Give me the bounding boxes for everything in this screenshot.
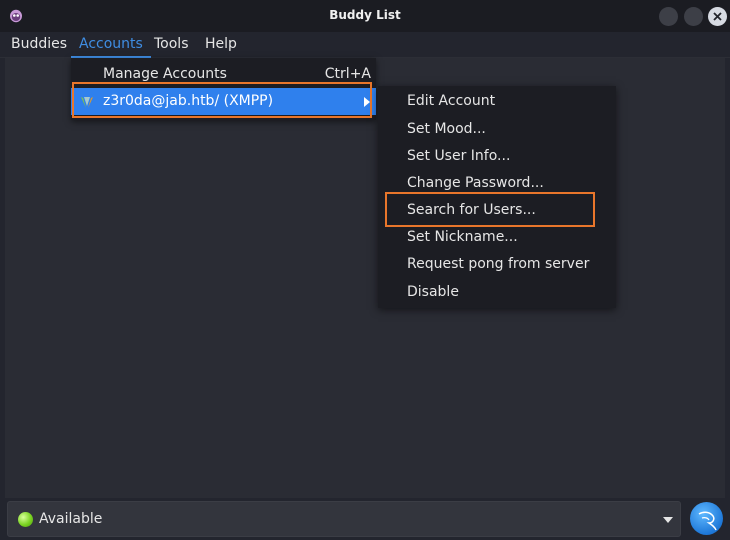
edit-account-item[interactable]: Edit Account [407,93,495,115]
available-status-icon [18,512,33,527]
search-for-users-item[interactable]: Search for Users... [407,202,536,224]
title-bar: Buddy List [0,0,730,32]
set-nickname-item[interactable]: Set Nickname... [407,229,518,251]
close-button[interactable] [708,7,727,26]
dropdown-caret-icon [663,517,673,523]
kali-dragon-icon[interactable] [690,502,723,535]
change-password-item[interactable]: Change Password... [407,175,544,197]
buddy-list-pane[interactable] [5,58,725,498]
xmpp-icon [81,97,93,108]
window-title: Buddy List [329,8,401,22]
minimize-button[interactable] [659,7,678,26]
menu-buddies[interactable]: Buddies [3,36,75,58]
maximize-button[interactable] [684,7,703,26]
close-icon [713,12,722,21]
manage-accounts-label: Manage Accounts [103,66,227,82]
account-item-xmpp[interactable]: z3r0da@jab.htb/ (XMPP) [71,88,376,115]
accounts-menu: Manage Accounts Ctrl+A z3r0da@jab.htb/ (… [71,58,376,120]
manage-accounts-shortcut: Ctrl+A [324,66,371,82]
kali-dragon-glyph [698,511,717,531]
set-user-info-item[interactable]: Set User Info... [407,148,510,170]
set-mood-item[interactable]: Set Mood... [407,121,486,143]
disable-item[interactable]: Disable [407,284,459,306]
menu-tools[interactable]: Tools [146,36,197,58]
menu-bar: Buddies Accounts Tools Help [0,32,730,58]
status-selector[interactable]: Available [7,501,681,537]
status-label: Available [39,511,103,527]
account-submenu: Edit Account Set Mood... Set User Info..… [378,86,616,308]
menu-help[interactable]: Help [197,36,245,58]
request-pong-item[interactable]: Request pong from server [407,256,589,278]
account-label: z3r0da@jab.htb/ (XMPP) [103,93,274,109]
manage-accounts-item[interactable]: Manage Accounts Ctrl+A [71,61,376,88]
submenu-arrow-icon [364,97,370,107]
menu-accounts[interactable]: Accounts [71,36,151,58]
